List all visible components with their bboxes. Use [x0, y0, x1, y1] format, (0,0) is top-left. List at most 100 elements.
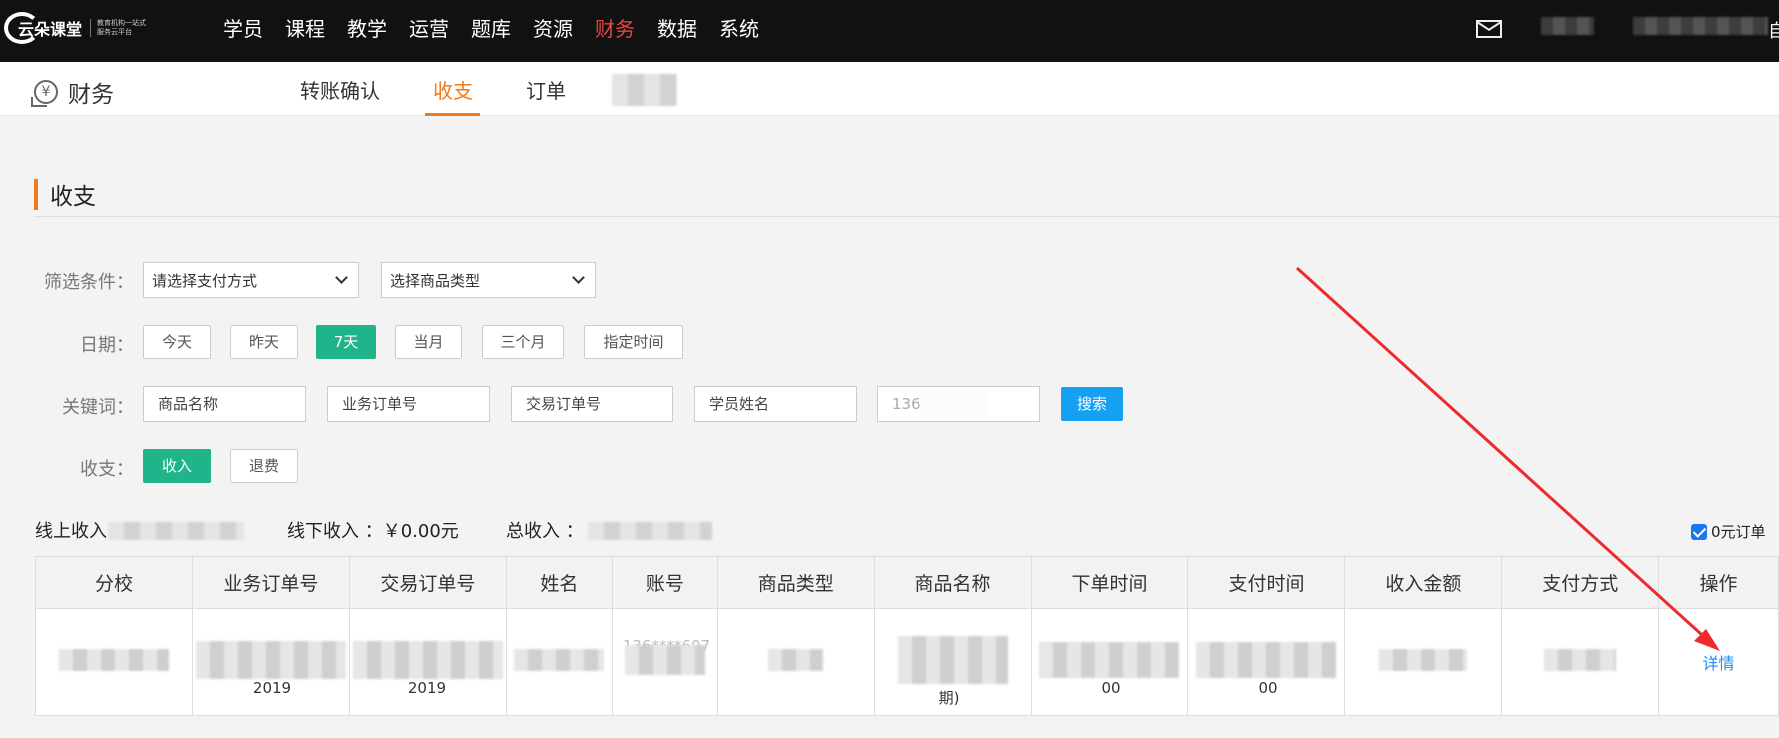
- menu-item-question-bank[interactable]: 题库: [471, 13, 511, 42]
- col-header-account: 账号: [611, 556, 718, 609]
- online-income-label: 线上收入: [35, 521, 107, 542]
- total-income-label: 总收入 ：: [506, 521, 584, 542]
- cell-payment-method: [1501, 608, 1660, 716]
- cell-name: [505, 608, 613, 716]
- filter-condition-label: 筛选条件：: [44, 272, 134, 293]
- menu-item-students[interactable]: 学员: [223, 13, 263, 42]
- pay-time-tail: 00: [1258, 679, 1278, 697]
- date-custom-button[interactable]: 指定时间: [584, 325, 683, 359]
- menu-item-system[interactable]: 系统: [719, 13, 759, 42]
- col-header-income-amount: 收入金额: [1344, 556, 1503, 609]
- brand-slogan: 教育机构一站式服务云平台: [90, 19, 150, 37]
- table-row: 2019 2019 136****607 期) 00 00: [35, 608, 1779, 716]
- product-type-value: 选择商品类型: [390, 272, 481, 290]
- finance-title: ¥ 财务: [31, 75, 114, 109]
- tab-income-expense[interactable]: 收支: [433, 75, 473, 104]
- zero-order-label: 0元订单: [1711, 523, 1766, 541]
- cell-business-order: 2019: [191, 608, 350, 716]
- section-divider: [34, 216, 1779, 217]
- chevron-down-icon: [335, 271, 348, 284]
- date-three-months-button[interactable]: 三个月: [482, 325, 564, 359]
- section-title: 收支: [50, 184, 96, 210]
- section-header: 收支: [34, 177, 96, 211]
- redacted-branch: [58, 649, 169, 671]
- col-header-pay-time: 支付时间: [1187, 556, 1346, 609]
- date-today-button[interactable]: 今天: [143, 325, 211, 359]
- redacted-order-time: [1039, 642, 1180, 678]
- cell-order-time: 00: [1030, 608, 1189, 716]
- menu-item-courses[interactable]: 课程: [285, 13, 325, 42]
- redacted-account-info[interactable]: [1633, 17, 1768, 35]
- brand-logo[interactable]: 云朵课堂 教育机构一站式服务云平台: [4, 10, 154, 46]
- date-7days-button[interactable]: 7天: [316, 325, 376, 359]
- payment-method-select[interactable]: 请选择支付方式: [143, 262, 359, 298]
- cell-action: 详情: [1658, 608, 1779, 716]
- menu-item-finance[interactable]: 财务: [595, 13, 635, 42]
- col-header-payment-method: 支付方式: [1501, 556, 1660, 609]
- refund-button[interactable]: 退费: [230, 449, 298, 483]
- income-expense-label: 收支：: [80, 459, 134, 480]
- date-this-month-button[interactable]: 当月: [395, 325, 462, 359]
- table-header-row: 分校 业务订单号 交易订单号 姓名 账号 商品类型 商品名称 下单时间 支付时间…: [35, 556, 1779, 609]
- redacted-tab[interactable]: [612, 74, 677, 106]
- trade-order-input[interactable]: [511, 386, 673, 422]
- col-header-branch: 分校: [35, 556, 193, 609]
- col-header-name: 姓名: [505, 556, 613, 609]
- payment-method-value: 请选择支付方式: [152, 272, 258, 290]
- trade-order-tail: 2019: [407, 679, 447, 697]
- income-table: 分校 业务订单号 交易订单号 姓名 账号 商品类型 商品名称 下单时间 支付时间…: [35, 556, 1779, 716]
- redacted-online-income: [108, 522, 244, 540]
- order-time-tail: 00: [1101, 679, 1121, 697]
- tab-orders[interactable]: 订单: [526, 75, 566, 104]
- search-button[interactable]: 搜索: [1061, 387, 1123, 421]
- cell-branch: [35, 608, 193, 716]
- finance-money-icon: ¥: [31, 80, 58, 107]
- main-menu: 学员 课程 教学 运营 题库 资源 财务 数据 系统: [223, 0, 781, 54]
- product-name-tail: 期): [938, 689, 960, 707]
- redacted-phone-digits: [920, 391, 986, 417]
- cell-trade-order: 2019: [348, 608, 507, 716]
- mail-icon[interactable]: [1476, 20, 1502, 38]
- menu-item-teaching[interactable]: 教学: [347, 13, 387, 42]
- col-header-business-order: 业务订单号: [191, 556, 350, 609]
- zero-order-toggle[interactable]: 0元订单: [1691, 521, 1766, 542]
- col-header-order-time: 下单时间: [1030, 556, 1189, 609]
- income-button[interactable]: 收入: [143, 449, 211, 483]
- checkbox-checked-icon[interactable]: [1691, 523, 1707, 540]
- chevron-down-icon: [572, 271, 585, 284]
- col-header-product-name: 商品名称: [873, 556, 1032, 609]
- cell-income-amount: [1344, 608, 1503, 716]
- product-type-select[interactable]: 选择商品类型: [381, 262, 596, 298]
- cell-product-name: 期): [873, 608, 1032, 716]
- business-order-input[interactable]: [327, 386, 490, 422]
- redacted-product-name: [897, 636, 1008, 684]
- section-accent-bar: [34, 178, 38, 210]
- finance-title-text: 财务: [68, 82, 114, 108]
- menu-item-operations[interactable]: 运营: [409, 13, 449, 42]
- offline-income-label: 线下收入 ：￥0.00元: [287, 521, 459, 542]
- redacted-payment-method: [1544, 649, 1617, 671]
- col-header-trade-order: 交易订单号: [348, 556, 507, 609]
- business-order-tail: 2019: [252, 679, 292, 697]
- cell-product-type: [716, 608, 875, 716]
- redacted-trade-order: [352, 641, 503, 679]
- redacted-product-type: [768, 649, 824, 671]
- redacted-business-order: [195, 641, 346, 679]
- date-label: 日期：: [80, 335, 134, 356]
- redacted-account: [624, 645, 705, 675]
- product-name-input[interactable]: [143, 386, 306, 422]
- menu-item-resources[interactable]: 资源: [533, 13, 573, 42]
- detail-link[interactable]: 详情: [1703, 654, 1735, 673]
- brand-name: 云朵课堂: [18, 20, 83, 39]
- date-yesterday-button[interactable]: 昨天: [230, 325, 298, 359]
- redacted-pay-time: [1196, 642, 1337, 678]
- redacted-username[interactable]: [1541, 17, 1594, 35]
- keyword-label: 关键词：: [62, 397, 134, 418]
- tab-transfer-confirm[interactable]: 转账确认: [300, 75, 380, 104]
- menu-item-data[interactable]: 数据: [657, 13, 697, 42]
- redacted-total-income: [588, 522, 712, 540]
- redacted-income-amount: [1379, 649, 1468, 671]
- student-name-input[interactable]: [694, 386, 857, 422]
- cell-account: 136****607: [611, 608, 718, 716]
- top-navigation-bar: 云朵课堂 教育机构一站式服务云平台 学员 课程 教学 运营 题库 资源 财务 数…: [0, 0, 1779, 62]
